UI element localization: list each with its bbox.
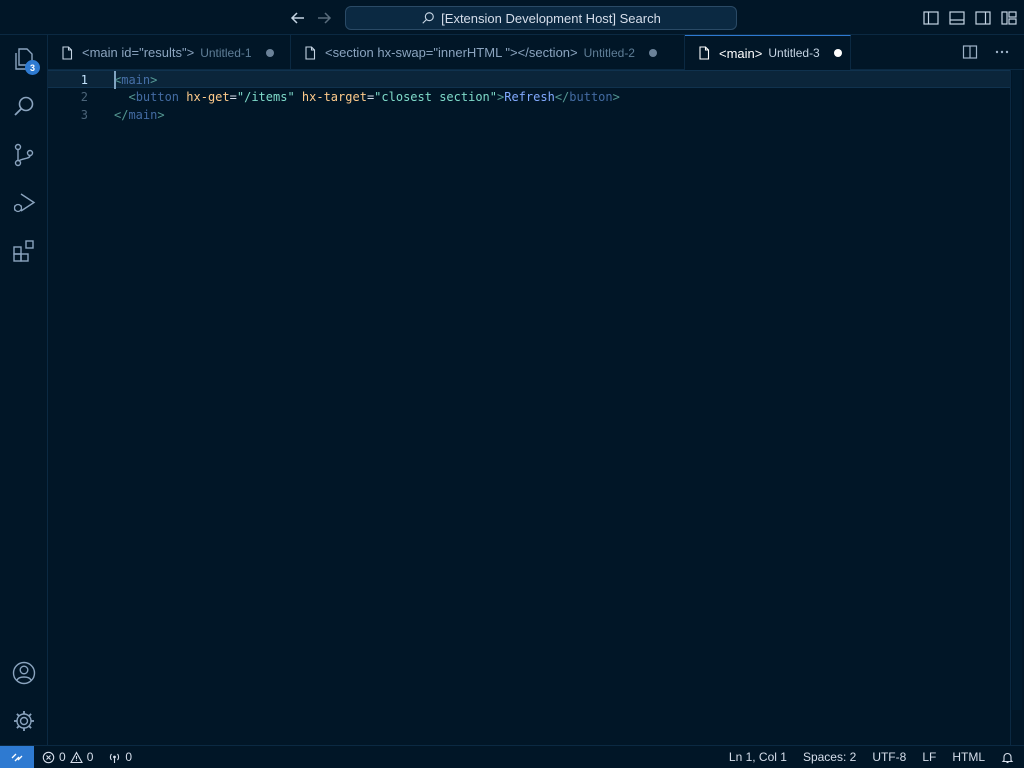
search-icon [14,96,34,116]
token: button [569,90,613,104]
vertical-scrollbar[interactable] [1010,70,1024,745]
tab-title: <main id="results"> [82,45,195,60]
status-bar: 0 0 0 Ln 1, Col 1 Spaces: 2 UTF-8 LF HTM… [0,745,1024,768]
code-line[interactable]: 2 <button hx-get="/items" hx-target="clo… [48,88,1010,106]
tab-title: <section hx-swap="innerHTML "></section> [325,45,578,60]
language-mode[interactable]: HTML [944,746,993,768]
code-editor[interactable]: 1 <main> 2 <button hx-get="/items" hx-ta… [48,70,1024,745]
warning-icon [69,750,83,763]
explorer-badge: 3 [25,60,40,75]
tab-description: Untitled-1 [200,45,252,60]
token: < [128,90,136,104]
indentation-setting[interactable]: Spaces: 2 [795,746,864,768]
extensions-icon [13,240,34,262]
code-line-content: <main> [114,71,157,89]
toggle-panel-icon[interactable] [948,9,966,27]
status-right: Ln 1, Col 1 Spaces: 2 UTF-8 LF HTML [721,746,1024,768]
warning-count: 0 [86,750,94,764]
code-line[interactable]: 1 <main> [48,70,1010,89]
token: = [229,90,237,104]
unsaved-dot-icon[interactable] [648,48,657,57]
split-editor-icon[interactable] [962,44,978,60]
token: > [157,108,165,122]
source-control-icon [14,143,34,167]
cursor-position[interactable]: Ln 1, Col 1 [721,746,795,768]
end-of-line-setting[interactable]: LF [914,746,944,768]
search-icon [422,12,434,24]
line-number: 3 [80,108,88,122]
title-bar: [Extension Development Host] Search [0,0,1024,35]
toggle-primary-sidebar-icon[interactable] [922,9,940,27]
error-icon [42,751,55,763]
run-debug-view-button[interactable] [0,179,48,227]
gear-icon [14,711,34,731]
token: Refresh [504,90,555,104]
manage-button[interactable] [0,697,48,745]
editor-actions [962,44,1010,60]
arrow-right-icon[interactable] [314,8,334,28]
token: > [150,73,158,87]
ports-indicator[interactable]: 0 [98,746,137,768]
unsaved-dot-icon[interactable] [265,48,274,57]
token: main [128,108,158,122]
source-control-view-button[interactable] [0,131,48,179]
token: main [121,73,151,87]
token: hx-target [301,90,367,104]
token: "closest section" [374,90,497,104]
ports-count: 0 [125,750,133,764]
tab-untitled-1[interactable]: <main id="results"> Untitled-1 [48,35,291,70]
more-actions-icon[interactable] [994,44,1010,60]
accounts-button[interactable] [0,649,48,697]
editor-tab-bar: <main id="results"> Untitled-1 <section … [48,35,1024,70]
scrollbar-thumb[interactable] [1012,70,1022,710]
extensions-view-button[interactable] [0,227,48,275]
unsaved-dot-icon[interactable] [833,49,842,57]
search-view-button[interactable] [0,83,48,131]
problems-indicator[interactable]: 0 0 [34,746,98,768]
command-center-label: [Extension Development Host] Search [441,10,661,26]
error-count: 0 [59,750,66,764]
line-number: 1 [80,73,88,87]
explorer-view-button[interactable]: 3 [0,35,48,83]
file-icon [305,45,316,60]
customize-layout-icon[interactable] [1000,9,1018,27]
toggle-secondary-sidebar-icon[interactable] [974,9,992,27]
activity-bar: 3 [0,35,48,745]
tab-untitled-2[interactable]: <section hx-swap="innerHTML "></section>… [291,35,685,70]
tab-title: <main> [719,45,763,61]
token: button [135,90,180,104]
command-center-search[interactable]: [Extension Development Host] Search [345,6,737,30]
tab-description: Untitled-2 [583,45,635,60]
tab-description: Untitled-3 [768,46,820,60]
account-icon [12,661,36,685]
remote-indicator-button[interactable] [0,745,34,768]
token: </ [114,108,129,122]
layout-controls [922,9,1018,27]
file-icon [699,46,710,60]
token: > [497,90,505,104]
remote-icon [11,753,23,762]
token: > [612,90,620,104]
notifications-button[interactable] [993,746,1024,768]
arrow-left-icon[interactable] [288,8,308,28]
token: </ [554,90,570,104]
token: hx-get [186,90,230,104]
tab-untitled-3[interactable]: <main> Untitled-3 [685,35,851,70]
code-line[interactable]: 3 </main> [48,106,1010,124]
file-icon [62,45,73,60]
code-line-content: <button hx-get="/items" hx-target="close… [114,88,620,106]
line-number: 2 [80,90,88,104]
code-line-content: </main> [114,106,165,124]
bell-icon [1001,752,1014,763]
encoding-setting[interactable]: UTF-8 [864,746,914,768]
token: "/items" [236,90,295,104]
run-debug-icon [13,193,36,213]
broadcast-icon [110,753,120,763]
text-cursor [114,71,116,89]
